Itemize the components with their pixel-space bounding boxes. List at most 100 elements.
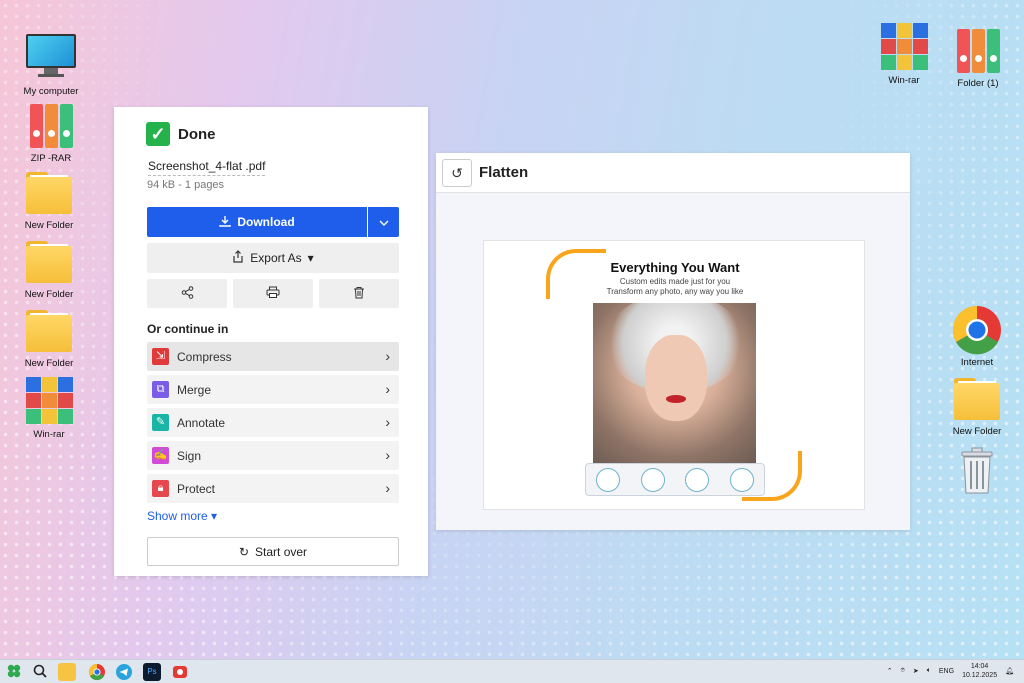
binders-icon xyxy=(26,101,76,151)
poster-line-1: Custom edits made just for you xyxy=(619,277,731,286)
done-header: ✓ Done xyxy=(146,122,216,146)
print-icon xyxy=(266,286,280,302)
caret-down-icon: ▾ xyxy=(211,509,218,523)
speaker-icon[interactable]: 🔈︎ xyxy=(927,667,931,675)
folder-icon xyxy=(24,306,74,356)
clock-time: 14:04 xyxy=(970,663,989,670)
winrar-icon xyxy=(879,23,929,73)
share-button[interactable] xyxy=(147,279,227,308)
tool-compress[interactable]: ⇲ Compress › xyxy=(147,342,399,371)
document-preview: Everything You Want Custom edits made ju… xyxy=(483,240,865,510)
poster-icon-strip xyxy=(585,463,765,496)
chrome-icon[interactable] xyxy=(88,663,106,681)
file-explorer-icon[interactable] xyxy=(58,663,76,681)
desktop-icon-label: My computer xyxy=(23,86,79,97)
chevron-right-icon: › xyxy=(385,480,390,496)
check-icon: ✓ xyxy=(146,122,170,146)
language-indicator[interactable]: ENG xyxy=(939,668,954,675)
desktop-icon-internet[interactable]: Internet xyxy=(945,305,1009,368)
download-button[interactable]: Download xyxy=(147,207,367,237)
eye-icon xyxy=(729,467,754,492)
chevron-right-icon: › xyxy=(385,381,390,397)
desktop-icon-label: Win-rar xyxy=(33,429,65,440)
tool-protect[interactable]: 🔒︎ Protect › xyxy=(147,474,399,503)
start-over-button[interactable]: ↻ Start over xyxy=(147,537,399,566)
tool-label: Sign xyxy=(177,448,202,463)
telegram-tray-icon[interactable]: ➤ xyxy=(913,667,919,675)
start-icon[interactable] xyxy=(6,663,24,681)
chevron-up-icon[interactable]: ⌃ xyxy=(887,667,893,675)
chevron-right-icon: › xyxy=(385,348,390,364)
tool-label: Protect xyxy=(177,481,216,496)
desktop-icon-label: New Folder xyxy=(24,220,74,231)
tool-merge[interactable]: ⧉ Merge › xyxy=(147,375,399,404)
print-button[interactable] xyxy=(233,279,313,308)
search-icon[interactable] xyxy=(32,663,50,681)
export-label: Export As xyxy=(250,251,302,265)
back-button[interactable]: ↺ xyxy=(442,159,472,187)
undo-icon: ↺ xyxy=(451,164,463,181)
face-icon xyxy=(596,467,621,492)
folder-icon xyxy=(952,374,1002,424)
delete-button[interactable] xyxy=(319,279,399,308)
chevron-right-icon: › xyxy=(385,414,390,430)
chrome-icon xyxy=(952,305,1002,355)
clock-date: 10.12.2025 xyxy=(962,672,998,679)
binders-icon xyxy=(953,26,1003,76)
chevron-right-icon: › xyxy=(385,447,390,463)
tool-annotate[interactable]: ✎ Annotate › xyxy=(147,408,399,437)
clock[interactable]: 14:04 10.12.2025 xyxy=(962,662,997,680)
result-panel: ✓ Done Screenshot_4-flat .pdf 94 kB - 1 … xyxy=(114,107,428,576)
lock-icon: 🔒︎ xyxy=(152,480,169,497)
desktop-icon-label: New Folder xyxy=(24,358,74,369)
caret-down-icon: ▾ xyxy=(307,251,314,265)
desktop-icon-new-folder-right[interactable]: New Folder xyxy=(945,374,1009,437)
desktop-icon-new-folder-3[interactable]: New Folder xyxy=(17,306,81,369)
flatten-title: Flatten xyxy=(479,164,529,181)
tool-label: Merge xyxy=(177,382,212,397)
notification-bell-icon[interactable]: 🔔︎ xyxy=(1005,667,1014,675)
desktop-icon-label: New Folder xyxy=(24,289,74,300)
file-info: 94 kB - 1 pages xyxy=(147,179,225,191)
desktop-icon-label: New Folder xyxy=(952,426,1002,437)
tool-label: Compress xyxy=(177,349,232,364)
poster-line-2: Transform any photo, any way you like xyxy=(606,287,744,296)
desktop-icon-folder-1[interactable]: Folder (1) xyxy=(946,26,1010,89)
desktop-icon-zip-rar[interactable]: ZIP -RAR xyxy=(19,101,83,164)
signature-icon: ✍ xyxy=(152,447,169,464)
compress-icon: ⇲ xyxy=(152,348,169,365)
network-icon[interactable]: ⌾ xyxy=(901,667,905,675)
download-icon xyxy=(219,215,232,230)
desktop-icon-label: Win-rar xyxy=(888,75,920,86)
desktop-icon-new-folder-1[interactable]: New Folder xyxy=(17,168,81,231)
filename[interactable]: Screenshot_4-flat .pdf xyxy=(148,159,266,176)
desktop-icon-new-folder-2[interactable]: New Folder xyxy=(17,237,81,300)
export-as-button[interactable]: Export As ▾ xyxy=(147,243,399,273)
share-icon xyxy=(181,285,194,302)
desktop-icon-my-computer[interactable]: My computer xyxy=(19,30,83,97)
merge-icon: ⧉ xyxy=(152,381,169,398)
winrar-icon xyxy=(24,377,74,427)
flatten-window: ↺ Flatten Everything You Want Custom edi… xyxy=(436,153,910,530)
restart-icon: ↻ xyxy=(238,544,250,559)
pdf-app-icon[interactable] xyxy=(171,663,189,681)
download-label: Download xyxy=(237,215,295,229)
lips-icon xyxy=(640,467,665,492)
start-over-label: Start over xyxy=(255,544,308,559)
trash-icon xyxy=(353,286,365,302)
photoshop-icon[interactable]: Ps xyxy=(143,663,161,681)
pen-icon: ✎ xyxy=(152,414,169,431)
taskbar: Ps ⌃ ⌾ ➤ 🔈︎ ENG 14:04 10.12.2025 🔔︎ xyxy=(0,659,1024,683)
continue-heading: Or continue in xyxy=(147,322,229,336)
desktop-icon-win-rar[interactable]: Win-rar xyxy=(17,377,81,440)
tool-sign[interactable]: ✍ Sign › xyxy=(147,441,399,470)
chevron-down-icon xyxy=(379,215,389,229)
flatten-header: ↺ Flatten xyxy=(436,153,910,193)
desktop-icon-recycle-bin[interactable] xyxy=(945,445,1009,497)
telegram-icon[interactable] xyxy=(115,663,133,681)
desktop-icon-label: ZIP -RAR xyxy=(30,153,72,164)
download-options-button[interactable] xyxy=(368,207,399,237)
show-more-link[interactable]: Show more ▾ xyxy=(147,509,217,523)
desktop-icon-win-rar-right[interactable]: Win-rar xyxy=(872,23,936,86)
folder-icon xyxy=(24,168,74,218)
